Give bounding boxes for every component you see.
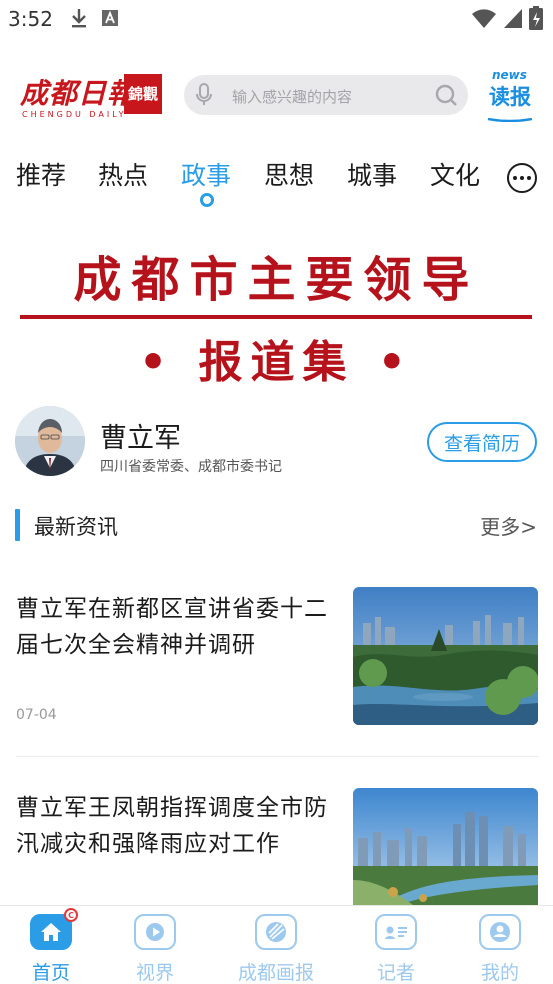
news-divider: [16, 756, 538, 757]
nav-pictorial[interactable]: 成都画报: [231, 912, 321, 984]
news-thumbnail[interactable]: [353, 788, 538, 905]
status-bar: 3:52: [0, 0, 553, 40]
signal-icon: [503, 7, 523, 33]
nav-mine-label: 我的: [480, 962, 519, 984]
download-icon: [70, 8, 88, 32]
magazine-icon: [255, 914, 297, 950]
tab-city[interactable]: 城事: [347, 156, 397, 192]
banner-subtitle: • 报道集 •: [139, 337, 414, 388]
play-icon: [134, 914, 176, 950]
read-news-label: 读报: [489, 85, 531, 109]
reporter-card-icon: [375, 914, 417, 950]
wifi-icon: [471, 7, 497, 33]
read-newspaper-button[interactable]: news 读报: [488, 68, 532, 126]
leader-avatar[interactable]: [15, 406, 85, 476]
active-tab-indicator: [200, 193, 214, 207]
leader-profile: 曹立军 四川省委常委、成都市委书记 查看简历: [0, 400, 553, 490]
search-bar[interactable]: 输入感兴趣的内容: [184, 75, 468, 115]
c-badge-icon: C: [64, 908, 78, 922]
news-item[interactable]: 曹立军王凤朝指挥调度全市防汛减灾和强降雨应对工作: [0, 788, 553, 905]
tab-recommend[interactable]: 推荐: [16, 156, 66, 192]
read-news-top: news: [492, 68, 527, 82]
tab-hot[interactable]: 热点: [98, 156, 148, 192]
view-resume-button[interactable]: 查看简历: [427, 422, 537, 462]
news-title[interactable]: 曹立军在新都区宣讲省委十二届七次全会精神并调研: [16, 591, 338, 663]
latest-news-header: 最新资讯 更多>: [0, 505, 553, 545]
chengdu-daily-logo[interactable]: 成都日報 CHENGDU DAILY 錦觀: [20, 72, 162, 120]
nav-home-label: 首页: [31, 962, 70, 984]
read-news-underline-icon: [488, 118, 532, 122]
nav-vision[interactable]: 视界: [110, 912, 200, 984]
app-header: 成都日報 CHENGDU DAILY 錦觀 输入感兴趣的内容 news 读报: [0, 60, 553, 130]
section-accent-bar: [15, 509, 20, 541]
category-tabs: 推荐 热点 政事 思想 城事 文化: [0, 150, 553, 210]
status-time: 3:52: [8, 7, 53, 31]
logo-text: 成都日報: [20, 77, 137, 110]
more-tabs-button[interactable]: [507, 163, 537, 193]
font-a-icon: [102, 10, 118, 30]
search-icon[interactable]: [434, 83, 458, 111]
news-date: 07-04: [16, 707, 57, 723]
search-placeholder: 输入感兴趣的内容: [232, 88, 353, 106]
leader-name: 曹立军: [100, 423, 181, 454]
tab-politics[interactable]: 政事: [181, 156, 231, 192]
nav-reporter[interactable]: 记者: [351, 912, 441, 984]
logo-badge: 錦觀: [124, 74, 162, 114]
nav-vision-label: 视界: [135, 962, 174, 984]
bottom-nav: C 首页 视界 成都画报 记者 我的: [0, 905, 553, 984]
nav-home[interactable]: C 首页: [6, 908, 96, 984]
more-news-link[interactable]: 更多>: [480, 511, 537, 540]
banner-divider: [20, 315, 532, 319]
profile-icon: [479, 914, 521, 950]
news-title[interactable]: 曹立军王凤朝指挥调度全市防汛减灾和强降雨应对工作: [16, 790, 338, 862]
news-item[interactable]: 曹立军在新都区宣讲省委十二届七次全会精神并调研 07-04: [0, 585, 553, 745]
nav-mine[interactable]: 我的: [455, 912, 545, 984]
battery-charging-icon: [529, 6, 543, 34]
banner-title: 成都市主要领导: [73, 252, 480, 308]
nav-reporter-label: 记者: [376, 962, 415, 984]
nav-pictorial-label: 成都画报: [237, 962, 314, 984]
leaders-banner[interactable]: 成都市主要领导 • 报道集 •: [0, 220, 553, 390]
microphone-icon[interactable]: [194, 83, 214, 111]
news-thumbnail[interactable]: [353, 587, 538, 725]
logo-subtext: CHENGDU DAILY: [22, 110, 127, 119]
tab-culture[interactable]: 文化: [430, 156, 480, 192]
tab-thought[interactable]: 思想: [264, 156, 314, 192]
section-title: 最新资讯: [34, 515, 118, 539]
leader-position: 四川省委常委、成都市委书记: [100, 459, 282, 475]
